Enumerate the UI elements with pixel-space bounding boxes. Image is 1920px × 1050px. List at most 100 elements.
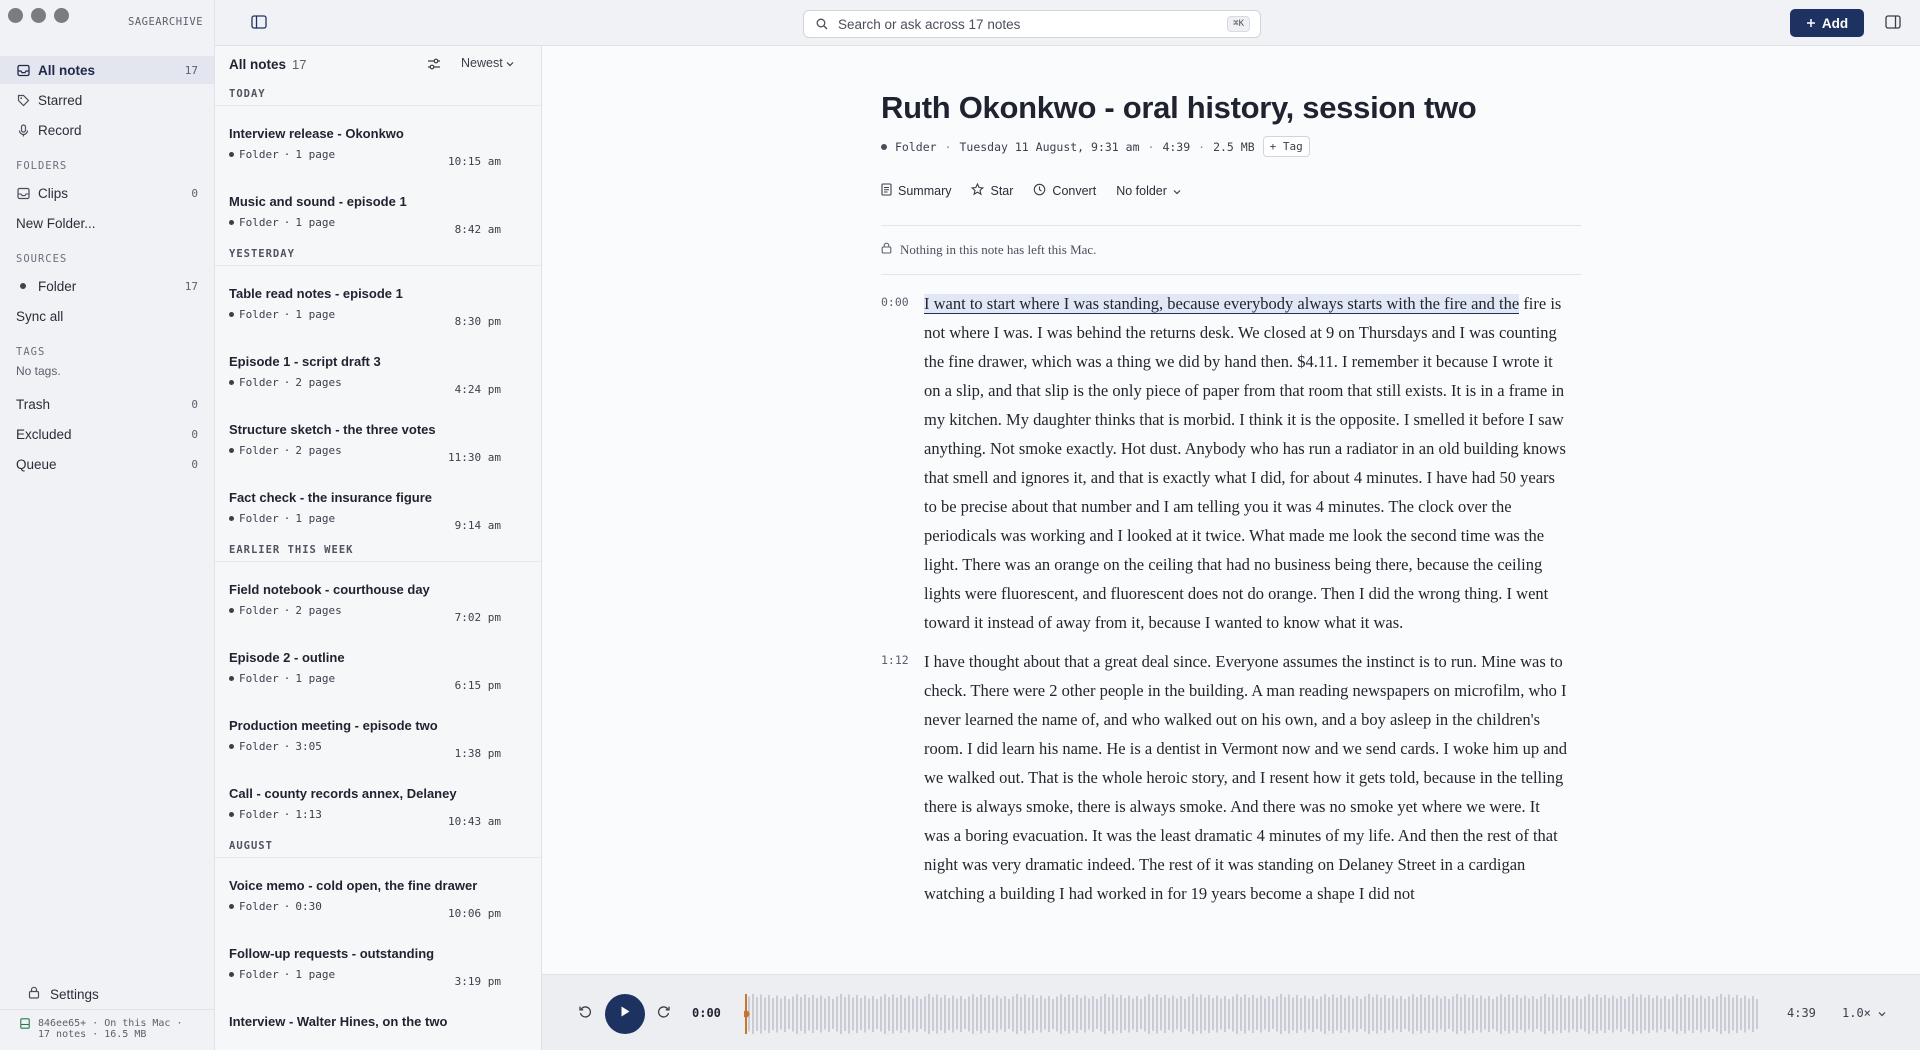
note-title[interactable]: Ruth Okonkwo - oral history, session two	[881, 90, 1581, 126]
folders-heading: FOLDERS	[16, 160, 68, 172]
note-list-item[interactable]: Table read notes - episode 1 Folder · 1 pag…	[215, 266, 541, 334]
waveform-bar	[1744, 995, 1746, 1033]
convert-button[interactable]: Convert	[1033, 183, 1096, 199]
note-item-title: Episode 2 - outline	[229, 650, 345, 665]
waveform-bar	[1216, 995, 1218, 1033]
count-badge: 17	[184, 279, 198, 293]
inspector-toggle-icon[interactable]	[1885, 15, 1901, 29]
note-item-time: 6:15 pm	[454, 679, 501, 692]
folder-dropdown[interactable]: No folder	[1116, 184, 1181, 198]
waveform-bar	[1152, 997, 1154, 1031]
sidebar-item-record[interactable]: Record	[0, 116, 214, 144]
sidebar-toggle-icon[interactable]	[251, 15, 269, 29]
sidebar-item-starred[interactable]: Starred	[0, 86, 214, 114]
note-list-item[interactable]: Structure sketch - the three votes Folder…	[215, 402, 541, 470]
waveform-bar	[1384, 995, 1386, 1033]
segment-timestamp[interactable]: 0:00	[881, 289, 924, 637]
note-list-item[interactable]: Production meeting - episode two Folder · 3…	[215, 698, 541, 766]
add-button[interactable]: Add	[1790, 9, 1864, 37]
note-list-item[interactable]: Interview - Walter Hines, on the two	[215, 994, 541, 1050]
new-folder-button[interactable]: New Folder...	[0, 209, 214, 237]
waveform-bar	[1704, 998, 1706, 1030]
summary-button[interactable]: Summary	[881, 183, 951, 199]
settings-button[interactable]: Settings	[0, 979, 214, 1009]
note-list-item[interactable]: Interview release - Okonkwo Folder · 1 page…	[215, 106, 541, 174]
sidebar-item-label: All notes	[38, 62, 96, 78]
waveform-bar	[916, 996, 918, 1032]
waveform-bar	[1652, 998, 1654, 1030]
sidebar-item-clips[interactable]: Clips 0	[0, 179, 214, 207]
waveform-bar	[848, 994, 850, 1034]
star-button[interactable]: Star	[971, 182, 1013, 199]
sort-dropdown[interactable]: Newest	[461, 56, 514, 70]
skip-back-icon[interactable]	[578, 1004, 593, 1024]
note-item-title: Episode 1 - script draft 3	[229, 354, 381, 369]
waveform-bar	[908, 995, 910, 1033]
list-title: All notes	[229, 56, 287, 72]
waveform-bar	[1640, 994, 1642, 1034]
waveform-bar	[844, 997, 846, 1031]
note-list-item[interactable]: Episode 2 - outline Folder · 1 page 6:15 pm	[215, 630, 541, 698]
waveform-bar	[820, 995, 822, 1033]
waveform-bar	[1516, 995, 1518, 1033]
note-list-item[interactable]: Music and sound - episode 1 Folder · 1 page…	[215, 174, 541, 242]
close-window-button[interactable]	[8, 8, 23, 23]
lock-icon	[28, 986, 40, 1002]
waveform-bar	[1496, 996, 1498, 1032]
note-list-item[interactable]: Follow-up requests - outstanding Folder · 1…	[215, 926, 541, 994]
waveform-bar	[1268, 996, 1270, 1032]
waveform-bar	[1148, 994, 1150, 1034]
sidebar-item-folder-source[interactable]: Folder 17	[0, 272, 214, 300]
note-list-item[interactable]: Voice memo - cold open, the fine drawer F…	[215, 858, 541, 926]
waveform-bar	[808, 997, 810, 1031]
sidebar-item-label: Excluded	[16, 426, 72, 442]
sidebar-item-excluded[interactable]: Excluded 0	[0, 420, 214, 448]
waveform-bar	[1600, 997, 1602, 1031]
waveform-bar	[1188, 996, 1190, 1032]
waveform-scrubber[interactable]	[744, 992, 1760, 1036]
search-input[interactable]: Search or ask across 17 notes ⌘K	[803, 10, 1261, 38]
segment-text[interactable]: I have thought about that a great deal s…	[924, 647, 1569, 908]
waveform-bar	[1588, 994, 1590, 1034]
waveform-bar	[924, 996, 926, 1032]
note-list-item[interactable]: Episode 1 - script draft 3 Folder · 2 pages…	[215, 334, 541, 402]
top-bar: Search or ask across 17 notes ⌘K Add	[215, 0, 1920, 46]
note-list-item[interactable]: Call - county records annex, Delaney Fold…	[215, 766, 541, 834]
waveform-bar	[1036, 998, 1038, 1030]
note-item-source: Folder	[239, 968, 279, 981]
sidebar-item-all-notes[interactable]: All notes 17	[0, 56, 214, 84]
skip-forward-icon[interactable]	[656, 1004, 671, 1024]
waveform-bar	[1220, 998, 1222, 1030]
note-list-item[interactable]: Fact check - the insurance figure Folder ·…	[215, 470, 541, 538]
playback-speed-dropdown[interactable]: 1.0×	[1842, 1006, 1886, 1020]
zoom-window-button[interactable]	[54, 8, 69, 23]
waveform-bar	[1616, 998, 1618, 1030]
minimize-window-button[interactable]	[31, 8, 46, 23]
waveform-bar	[1708, 996, 1710, 1032]
group-heading: AUGUST	[215, 834, 541, 858]
waveform-bar	[1132, 998, 1134, 1030]
waveform-bar	[1172, 995, 1174, 1033]
waveform-bar	[1156, 994, 1158, 1034]
waveform-bar	[1512, 997, 1514, 1031]
filter-sliders-icon[interactable]	[427, 57, 441, 75]
waveform-bar	[1116, 997, 1118, 1031]
add-tag-button[interactable]: + Tag	[1262, 136, 1310, 157]
sync-all-button[interactable]: Sync all	[0, 302, 214, 330]
current-time: 0:00	[692, 1006, 721, 1020]
tags-heading: TAGS	[16, 346, 46, 358]
segment-text[interactable]: I want to start where I was standing, be…	[924, 289, 1569, 637]
waveform-bar	[804, 994, 806, 1034]
sidebar-item-trash[interactable]: Trash 0	[0, 390, 214, 418]
waveform-bar	[1372, 997, 1374, 1031]
segment-timestamp[interactable]: 1:12	[881, 647, 924, 908]
waveform-bar	[780, 998, 782, 1030]
sidebar-item-queue[interactable]: Queue 0	[0, 450, 214, 478]
note-item-time: 8:42 am	[454, 223, 501, 236]
play-button[interactable]	[605, 994, 645, 1034]
waveform-bar	[900, 995, 902, 1033]
waveform-bar	[1332, 994, 1334, 1034]
sidebar-item-label: Trash	[16, 396, 51, 412]
note-list-item[interactable]: Field notebook - courthouse day Folder · 2 …	[215, 562, 541, 630]
note-item-source: Folder	[239, 512, 279, 525]
